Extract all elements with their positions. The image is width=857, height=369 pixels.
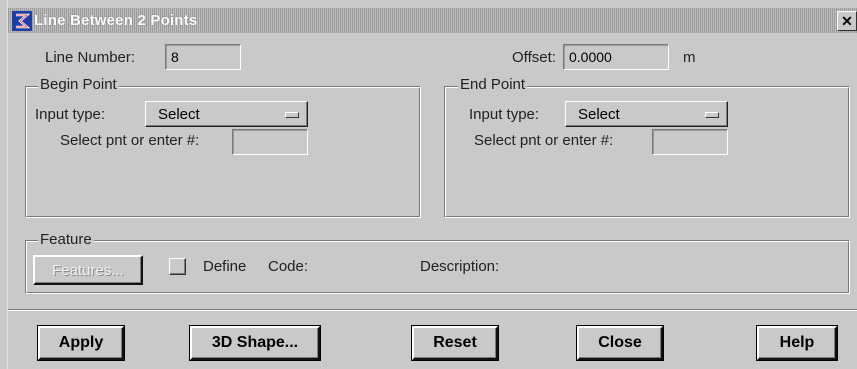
end-point-title: End Point (458, 76, 528, 93)
window-title: Line Between 2 Points (34, 12, 198, 29)
close-icon[interactable]: ✕ (837, 11, 857, 31)
line-number-value: 8 (171, 49, 179, 65)
line-number-field[interactable]: 8 (165, 44, 241, 70)
begin-select-label: Select pnt or enter #: (60, 132, 200, 149)
begin-input-type-value: Select (158, 105, 200, 123)
window-frame (0, 0, 8, 369)
button-separator (8, 309, 857, 311)
apply-button[interactable]: Apply (38, 326, 124, 360)
offset-value: 0.0000 (569, 49, 612, 65)
end-input-type-dropdown[interactable]: Select (565, 101, 728, 127)
begin-input-type-label: Input type: (35, 106, 106, 123)
logo-icon (12, 10, 32, 31)
feature-title: Feature (38, 231, 94, 248)
line-number-label: Line Number: (45, 49, 136, 66)
dropdown-indicator-icon (285, 112, 299, 118)
help-button[interactable]: Help (757, 326, 837, 360)
dialog-window: Line Between 2 Points ✕ Line Number: 8 O… (0, 0, 857, 369)
begin-select-field[interactable] (232, 129, 308, 155)
define-checkbox[interactable] (169, 258, 186, 275)
end-select-label: Select pnt or enter #: (474, 132, 614, 149)
title-bar[interactable]: Line Between 2 Points ✕ (8, 8, 857, 33)
code-label: Code: (268, 258, 309, 275)
3d-shape-button[interactable]: 3D Shape... (190, 326, 320, 360)
close-button[interactable]: Close (577, 326, 663, 360)
offset-unit: m (683, 49, 696, 66)
end-input-type-label: Input type: (469, 106, 540, 123)
reset-button[interactable]: Reset (412, 326, 498, 360)
features-button[interactable]: Features... (33, 255, 143, 285)
offset-field[interactable]: 0.0000 (563, 44, 669, 70)
define-label: Define (203, 258, 247, 275)
end-input-type-value: Select (578, 105, 620, 123)
offset-label: Offset: (512, 49, 556, 66)
dropdown-indicator-icon (705, 112, 719, 118)
end-select-field[interactable] (652, 129, 728, 155)
begin-point-title: Begin Point (38, 76, 119, 93)
begin-input-type-dropdown[interactable]: Select (145, 101, 308, 127)
description-label: Description: (420, 258, 500, 275)
